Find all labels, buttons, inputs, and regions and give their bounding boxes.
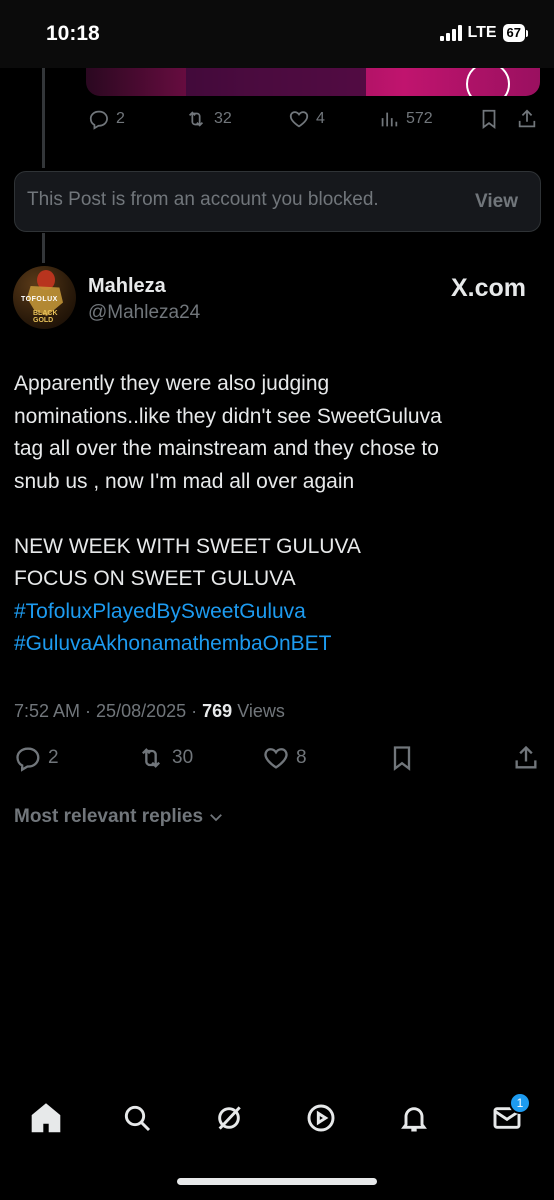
bookmark-button[interactable] [388, 744, 416, 772]
chevron-down-icon [210, 814, 222, 822]
views-count: 769 [202, 701, 233, 721]
post-meta: 7:52 AM · 25/08/2025 · 769 Views [14, 701, 285, 721]
status-time: 10:18 [46, 22, 100, 45]
hashtag-link[interactable]: #TofoluxPlayedBySweetGuluva [14, 596, 534, 629]
post-actions: 2 30 8 [14, 744, 542, 778]
repost-button[interactable]: 32 [184, 108, 288, 130]
repost-count: 32 [214, 110, 232, 127]
views-icon [381, 112, 398, 127]
blocked-post-notice: This Post is from an account you blocked… [14, 171, 541, 232]
views-label: Views [237, 701, 285, 721]
views-count: 572 [406, 110, 433, 127]
reply-button[interactable]: 2 [88, 108, 184, 130]
avatar[interactable]: TOFOLUX BLACK GOLD [13, 266, 76, 329]
battery-level: 67 [502, 24, 525, 42]
reply-icon [16, 747, 40, 772]
like-count: 4 [316, 110, 325, 127]
network-label: LTE [467, 24, 497, 41]
repost-icon [188, 111, 204, 127]
source-badge: X.com [451, 274, 526, 303]
share-button[interactable] [516, 108, 538, 130]
like-count: 8 [296, 747, 307, 768]
post-line: FOCUS ON SWEET GULUVA [14, 567, 296, 590]
replies-sort-label: Most relevant replies [14, 806, 204, 827]
avatar-text-top: TOFOLUX [21, 296, 58, 303]
signal-icon [439, 25, 462, 41]
grok-icon[interactable] [211, 1100, 247, 1136]
reply-count: 2 [116, 110, 125, 127]
post-date[interactable]: 25/08/2025 [96, 701, 186, 721]
share-icon [515, 745, 537, 769]
status-bar: 10:18 LTE 67 [0, 0, 554, 68]
heart-icon [264, 748, 288, 769]
post-line: tag all over the mainstream and they cho… [14, 437, 439, 460]
home-icon[interactable] [28, 1100, 64, 1136]
blocked-notice-text: This Post is from an account you blocked… [27, 189, 379, 210]
reply-count: 2 [48, 747, 59, 768]
author-handle[interactable]: @Mahleza24 [88, 302, 200, 324]
source-badge-text: X.com [450, 274, 526, 302]
battery-icon: 67 [502, 24, 528, 42]
bookmark-icon [482, 109, 496, 129]
post-line: nominations..like they didn't see SweetG… [14, 404, 442, 428]
search-icon[interactable] [119, 1100, 155, 1136]
like-button[interactable]: 8 [262, 744, 307, 772]
repost-count: 30 [172, 747, 194, 768]
repost-button[interactable]: 30 [136, 744, 193, 772]
previous-post-actions: 2 32 4 572 [88, 108, 540, 130]
replies-sort-dropdown[interactable]: Most relevant replies [14, 806, 225, 828]
messages-badge: 1 [509, 1092, 531, 1114]
bookmark-button[interactable] [478, 108, 516, 130]
share-button[interactable] [512, 744, 540, 772]
thread-line-connector [42, 233, 45, 263]
bookmark-icon [393, 746, 411, 771]
view-blocked-post-button[interactable]: View [475, 191, 518, 213]
messages-icon[interactable]: 1 [489, 1092, 531, 1136]
post-text: Apparently they were also judging nomina… [14, 368, 534, 661]
status-indicators: LTE 67 [439, 24, 528, 42]
avatar-text-bottom: BLACK GOLD [33, 310, 58, 324]
like-button[interactable]: 4 [288, 108, 378, 130]
share-icon [518, 109, 536, 128]
repost-icon [142, 748, 160, 768]
post-line: snub us , now I'm mad all over again [14, 469, 355, 493]
reply-button[interactable]: 2 [14, 744, 59, 772]
post-line: NEW WEEK WITH SWEET GULUVA [14, 534, 361, 558]
hashtag-link[interactable]: #GuluvaAkhonamathembaOnBET [14, 628, 534, 661]
video-icon[interactable] [303, 1100, 339, 1136]
post-line: Apparently they were also judging [14, 372, 330, 395]
notifications-icon[interactable] [396, 1100, 432, 1136]
views-button[interactable]: 572 [378, 108, 478, 130]
post-time[interactable]: 7:52 AM [14, 701, 80, 721]
home-indicator[interactable] [177, 1178, 377, 1185]
author-name[interactable]: Mahleza [88, 275, 166, 298]
reply-icon [89, 110, 108, 130]
heart-icon [289, 111, 309, 128]
